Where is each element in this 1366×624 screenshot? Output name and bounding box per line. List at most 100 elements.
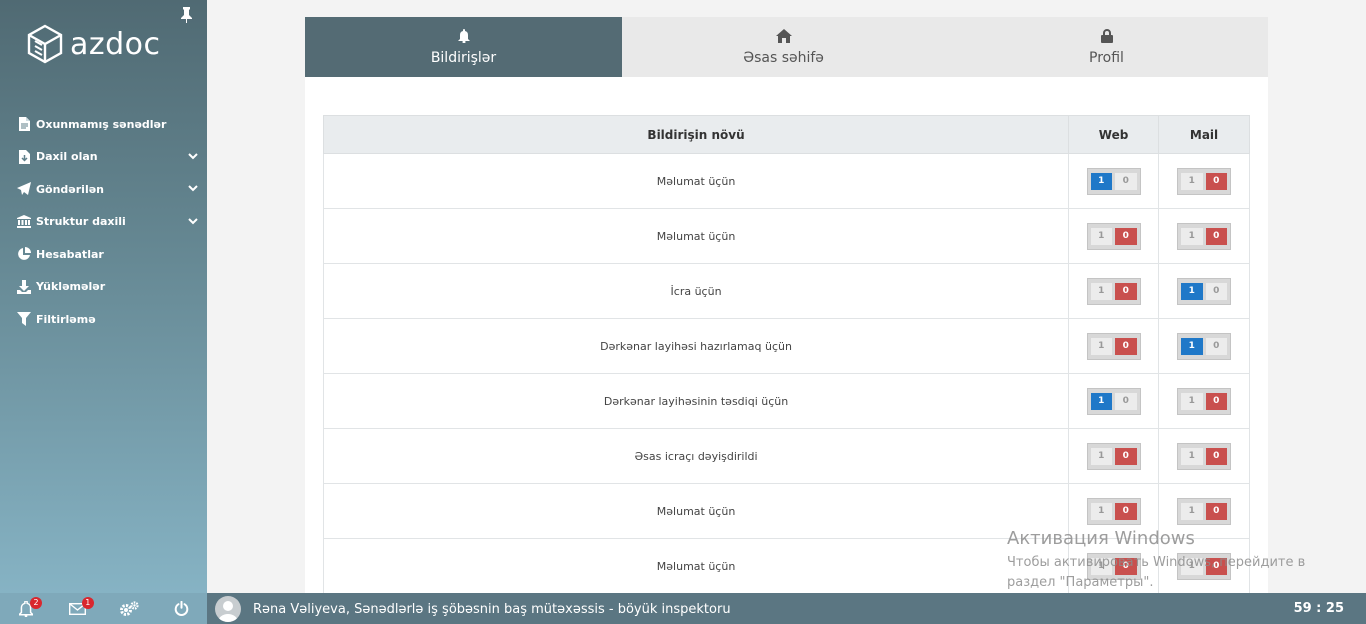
- toggle-option-one: 1: [1181, 337, 1203, 355]
- azdoc-logo-icon: [27, 24, 63, 64]
- toggle-option-one: 1: [1181, 502, 1203, 520]
- mail-toggle[interactable]: 10: [1177, 442, 1232, 470]
- sidebar-item-label: Filtirləmə: [36, 312, 96, 326]
- messages-badge: 1: [81, 597, 94, 609]
- web-toggle[interactable]: 10: [1086, 442, 1141, 470]
- web-toggle-cell: 10: [1068, 153, 1160, 209]
- toggle-option-zero: 0: [1115, 337, 1137, 355]
- pin-icon[interactable]: [180, 7, 193, 27]
- mail-toggle[interactable]: 10: [1177, 222, 1232, 250]
- mail-toggle[interactable]: 10: [1177, 387, 1232, 415]
- tab-bar: Bildirişlər Əsas səhifə Profil: [305, 17, 1268, 85]
- chevron-down-icon[interactable]: [187, 182, 199, 194]
- watermark-text: Чтобы активировать Windows, перейдите в …: [1007, 555, 1306, 590]
- bottom-actions: 2 1: [0, 593, 207, 624]
- settings-button[interactable]: [104, 593, 156, 624]
- web-toggle[interactable]: 10: [1086, 497, 1141, 525]
- gears-icon: [120, 600, 139, 616]
- sidebar-item-label: Göndərilən: [36, 182, 105, 196]
- toggle-option-one: 1: [1181, 282, 1203, 300]
- toggle-option-zero: 0: [1205, 282, 1228, 300]
- current-user[interactable]: Rəna Vəliyeva, Sənədlərlə iş şöbəsnin ba…: [215, 596, 731, 622]
- sidebar-item-downloads[interactable]: Yükləmələr: [0, 271, 207, 304]
- toggle-option-one: 1: [1090, 282, 1113, 300]
- filter-icon: [16, 311, 32, 327]
- lock-icon: [1100, 28, 1113, 44]
- sidebar-item-label: Hesabatlar: [36, 247, 104, 261]
- toggle-option-zero: 0: [1205, 392, 1228, 410]
- messages-button[interactable]: 1: [52, 593, 104, 624]
- tab-label: Profil: [1089, 50, 1124, 66]
- mail-toggle-cell: 10: [1158, 318, 1250, 374]
- web-toggle[interactable]: 10: [1086, 332, 1141, 360]
- toggle-option-one: 1: [1181, 172, 1203, 190]
- notifications-button[interactable]: 2: [0, 593, 52, 624]
- mail-toggle-cell: 10: [1158, 373, 1250, 429]
- sidebar-menu: Oxunmamış sənədlər Daxil olan Göndərilən…: [0, 108, 207, 336]
- brand-name: azdoc: [70, 26, 161, 62]
- mail-toggle-cell: 10: [1158, 153, 1250, 209]
- toggle-option-one: 1: [1090, 172, 1113, 190]
- toggle-option-zero: 0: [1205, 447, 1228, 465]
- notification-type-cell: Dərkənar layihəsinin təsdiqi üçün: [322, 373, 1070, 429]
- web-toggle[interactable]: 10: [1086, 387, 1141, 415]
- toggle-option-zero: 0: [1205, 172, 1228, 190]
- mail-toggle[interactable]: 10: [1177, 332, 1232, 360]
- web-toggle-cell: 10: [1068, 208, 1160, 264]
- table-row: Dərkənar layihəsinin təsdiqi üçün 1 0 1 0: [322, 373, 1250, 429]
- download-icon: [16, 279, 32, 295]
- toggle-option-one: 1: [1090, 392, 1113, 410]
- tab-label: Əsas səhifə: [743, 50, 824, 66]
- mail-toggle[interactable]: 10: [1177, 277, 1232, 305]
- windows-activation-watermark: Активация Windows Чтобы активировать Win…: [1007, 528, 1327, 593]
- notification-type-cell: Məlumat üçün: [322, 153, 1070, 209]
- mail-toggle[interactable]: 10: [1177, 497, 1232, 525]
- sidebar-item-unread-documents[interactable]: Oxunmamış sənədlər: [0, 108, 207, 141]
- table-row: Məlumat üçün 1 0 1 0: [322, 208, 1250, 264]
- web-toggle[interactable]: 10: [1086, 277, 1141, 305]
- toggle-option-one: 1: [1181, 392, 1203, 410]
- column-header-mail: Mail: [1158, 115, 1250, 154]
- notification-settings-table: Bildirişin növü Web Mail Məlumat üçün 1 0 1…: [322, 115, 1250, 594]
- sidebar-item-sent[interactable]: Göndərilən: [0, 173, 207, 206]
- tab-notifications[interactable]: Bildirişlər: [305, 17, 622, 85]
- toggle-option-zero: 0: [1115, 172, 1137, 190]
- logout-button[interactable]: [155, 593, 207, 624]
- column-header-web: Web: [1068, 115, 1160, 154]
- tab-profile[interactable]: Profil: [945, 17, 1268, 77]
- azdoc-logo[interactable]: azdoc: [26, 24, 161, 64]
- sidebar-item-reports[interactable]: Hesabatlar: [0, 238, 207, 271]
- chevron-down-icon[interactable]: [187, 215, 199, 227]
- sidebar-item-label: Oxunmamış sənədlər: [36, 117, 167, 131]
- toggle-option-zero: 0: [1115, 447, 1137, 465]
- tab-home[interactable]: Əsas səhifə: [622, 17, 945, 77]
- tab-label: Bildirişlər: [430, 50, 497, 66]
- sidebar-item-internal-structure[interactable]: Struktur daxili: [0, 206, 207, 239]
- paper-plane-icon: [16, 181, 32, 197]
- sidebar-item-incoming[interactable]: Daxil olan: [0, 141, 207, 174]
- toggle-option-one: 1: [1090, 447, 1113, 465]
- session-timer: 59 : 25: [1293, 601, 1344, 616]
- notification-type-cell: Dərkənar layihəsi hazırlamaq üçün: [322, 318, 1070, 374]
- notification-type-cell: Məlumat üçün: [322, 538, 1070, 594]
- toggle-option-one: 1: [1181, 447, 1203, 465]
- toggle-option-zero: 0: [1115, 227, 1137, 245]
- web-toggle[interactable]: 10: [1086, 222, 1141, 250]
- toggle-option-zero: 0: [1205, 227, 1228, 245]
- sidebar: azdoc Oxunmamış sənədlər Daxil olan Gönd…: [0, 0, 207, 593]
- sidebar-item-filtering[interactable]: Filtirləmə: [0, 303, 207, 336]
- mail-toggle[interactable]: 10: [1177, 167, 1232, 195]
- chevron-down-icon[interactable]: [187, 150, 199, 162]
- avatar: [215, 596, 241, 622]
- mail-toggle-cell: 10: [1158, 208, 1250, 264]
- sidebar-item-label: Yükləmələr: [36, 280, 106, 294]
- web-toggle[interactable]: 10: [1086, 167, 1141, 195]
- watermark-title: Активация Windows: [1007, 528, 1195, 549]
- toggle-option-zero: 0: [1115, 282, 1137, 300]
- column-header-type: Bildirişin növü: [322, 115, 1070, 154]
- bottom-bar: 2 1 Rəna Vəliyeva, Sənədlərlə iş şöbəsni…: [0, 593, 1366, 624]
- bell-icon: [457, 28, 470, 44]
- notifications-badge: 2: [30, 597, 42, 609]
- notification-type-cell: Məlumat üçün: [322, 483, 1070, 539]
- mail-toggle-cell: 10: [1158, 263, 1250, 319]
